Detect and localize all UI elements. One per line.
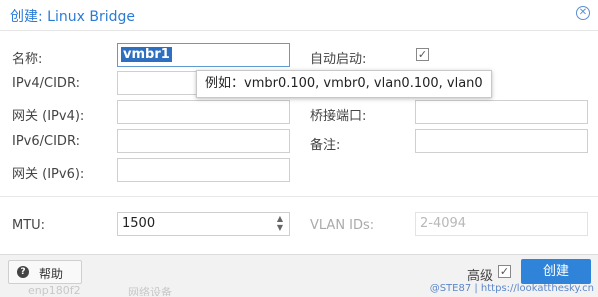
question-icon: ? xyxy=(17,266,29,278)
mtu-value: 1500 xyxy=(122,216,156,231)
help-button[interactable]: ? 帮助 xyxy=(8,260,82,284)
gateway-ipv6-label: 网关 (IPv6): xyxy=(12,167,85,182)
section-divider xyxy=(0,196,598,197)
background-row-cell: 网络设备 xyxy=(128,286,172,296)
name-input-value: vmbr1 xyxy=(121,47,172,62)
gateway-ipv6-input[interactable] xyxy=(117,158,290,182)
ipv6-cidr-input[interactable] xyxy=(117,129,290,153)
close-icon[interactable]: ✕ xyxy=(576,6,590,20)
vlan-ids-label: VLAN IDs: xyxy=(310,218,375,233)
mtu-input[interactable]: 1500 ▲ ▼ xyxy=(117,212,290,236)
comment-input[interactable] xyxy=(415,129,588,153)
watermark: @STE87 | https://lookatthesky.cn xyxy=(429,283,594,294)
dialog-title: 创建: Linux Bridge xyxy=(10,9,135,25)
gateway-ipv4-input[interactable] xyxy=(117,100,290,124)
dialog-titlebar: 创建: Linux Bridge ✕ xyxy=(0,0,598,31)
advanced-label: 高级 xyxy=(467,269,494,284)
help-button-label: 帮助 xyxy=(39,267,64,281)
name-input[interactable]: vmbr1 xyxy=(117,43,290,67)
vlan-ids-input[interactable]: 2-4094 xyxy=(415,212,588,236)
gateway-ipv4-label: 网关 (IPv4): xyxy=(12,109,85,124)
bridge-ports-label: 桥接端口: xyxy=(310,109,367,124)
advanced-checkbox[interactable]: ✓ xyxy=(498,265,511,278)
ipv6-cidr-label: IPv6/CIDR: xyxy=(12,134,80,149)
ipv4-cidr-label: IPv4/CIDR: xyxy=(12,76,80,91)
autostart-label: 自动启动: xyxy=(310,52,367,67)
bridge-ports-input[interactable] xyxy=(415,100,588,124)
background-row-cell: enp180f2 xyxy=(28,284,81,296)
mtu-label: MTU: xyxy=(12,218,46,233)
create-button[interactable]: 创建 xyxy=(521,259,591,284)
autostart-checkbox[interactable]: ✓ xyxy=(416,48,429,61)
vlan-ids-placeholder: 2-4094 xyxy=(420,216,467,231)
name-label: 名称: xyxy=(12,52,43,67)
name-hint-tooltip: 例如：vmbr0.100, vmbr0, vlan0.100, vlan0 xyxy=(196,70,492,98)
comment-label: 备注: xyxy=(310,138,341,153)
mtu-spinner-icon[interactable]: ▲ ▼ xyxy=(275,214,285,234)
